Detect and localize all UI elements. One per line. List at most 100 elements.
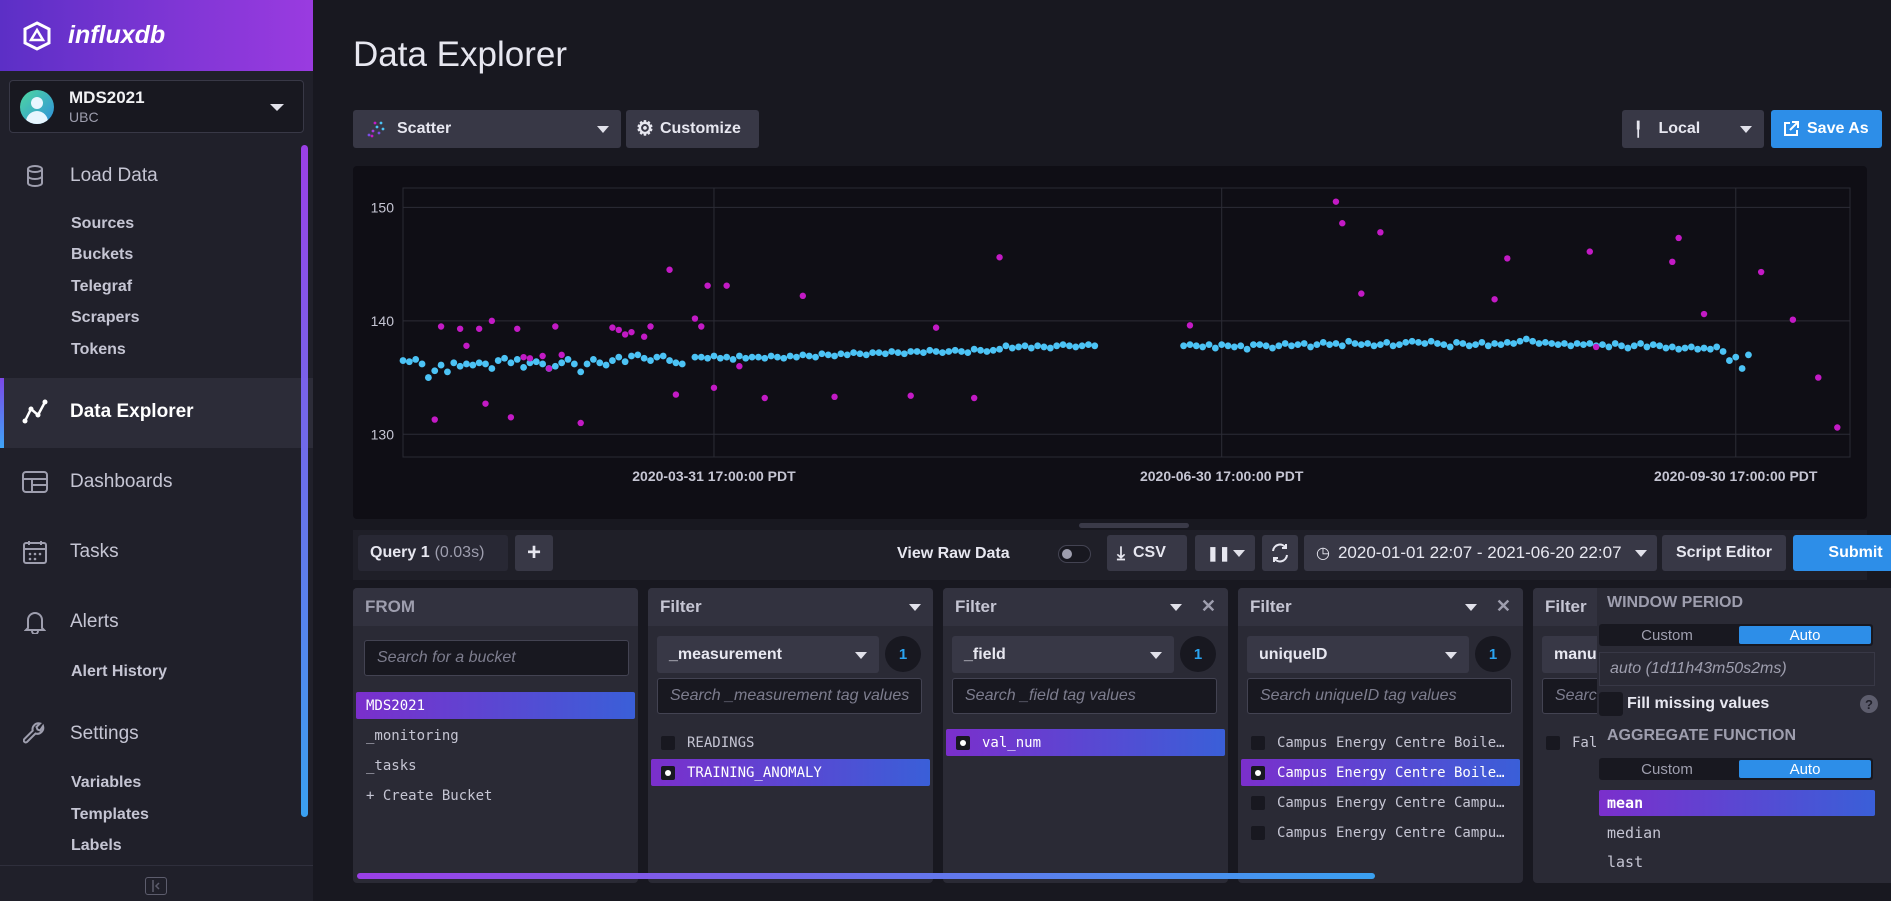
nav-labels[interactable]: Labels	[71, 837, 122, 855]
data-point-anomaly	[1675, 234, 1682, 242]
gear-icon: ⚙	[636, 118, 654, 140]
bucket-item-mds2021[interactable]: MDS2021	[356, 692, 635, 719]
window-period-value[interactable]: auto (1d11h43m50s2ms)	[1599, 652, 1875, 686]
data-point-anomaly	[609, 324, 616, 331]
script-editor-button[interactable]: Script Editor	[1662, 535, 1786, 571]
uniqueid-search-input[interactable]: Search uniqueID tag values	[1247, 678, 1512, 714]
query-tab[interactable]: Query 1 (0.03s)	[358, 535, 508, 571]
nav-alert-history[interactable]: Alert History	[71, 663, 167, 681]
nav-settings-label: Settings	[70, 723, 139, 744]
y-tick-label: 140	[371, 313, 395, 329]
filter-card-head[interactable]: Filter ✕	[1238, 588, 1523, 626]
data-point-anomaly	[621, 331, 629, 338]
tag-value-item[interactable]: TRAINING_ANOMALY	[651, 759, 930, 786]
data-point-readings	[1205, 341, 1213, 349]
data-point-readings	[1656, 342, 1664, 350]
data-point-readings	[716, 354, 724, 362]
close-icon[interactable]: ✕	[1201, 596, 1216, 617]
csv-button[interactable]: ⤓ CSV	[1107, 535, 1187, 571]
aggregate-custom[interactable]: Custom	[1601, 760, 1733, 778]
timezone-dropdown[interactable]: ╿ Local	[1622, 110, 1764, 148]
data-point-anomaly	[1491, 296, 1498, 303]
nav-telegraf[interactable]: Telegraf	[71, 278, 132, 296]
brand-header[interactable]: influxdb	[0, 0, 313, 71]
data-point-anomaly	[1339, 220, 1346, 227]
data-point-readings	[596, 359, 604, 367]
measurement-search-input[interactable]: Search _measurement tag values	[657, 678, 922, 714]
field-search-input[interactable]: Search _field tag values	[952, 678, 1217, 714]
data-point-readings	[1256, 341, 1264, 349]
uniqueid-key-select[interactable]: uniqueID	[1247, 636, 1469, 673]
data-point-readings	[494, 357, 502, 364]
nav-settings[interactable]: Settings	[0, 719, 300, 749]
data-point-anomaly	[1757, 268, 1765, 276]
data-point-readings	[1465, 342, 1473, 350]
nav-tokens[interactable]: Tokens	[71, 341, 126, 359]
time-range-dropdown[interactable]: ◷ 2020-01-01 22:07 - 2021-06-20 22:07	[1304, 535, 1657, 571]
data-point-readings	[1085, 341, 1092, 349]
data-point-readings	[1421, 340, 1429, 347]
data-point-readings	[691, 353, 699, 361]
create-bucket-item[interactable]: + Create Bucket	[356, 782, 635, 809]
resize-handle[interactable]	[1079, 523, 1189, 528]
tag-value-item[interactable]: READINGS	[651, 729, 930, 756]
window-period-custom[interactable]: Custom	[1601, 626, 1733, 644]
tag-value-label: READINGS	[687, 734, 755, 751]
nav-data-explorer[interactable]: Data Explorer	[0, 397, 300, 427]
plot-area-border	[402, 187, 1851, 458]
help-icon[interactable]: ?	[1860, 695, 1878, 713]
autorefresh-dropdown[interactable]: ❚❚	[1195, 535, 1255, 571]
nav-alerts[interactable]: Alerts	[0, 607, 300, 637]
data-point-readings	[1516, 337, 1524, 345]
nav-load-data[interactable]: Load Data	[0, 161, 300, 191]
bucket-search-input[interactable]: Search for a bucket	[364, 640, 629, 676]
nav-buckets[interactable]: Buckets	[71, 246, 133, 264]
nav-tasks[interactable]: Tasks	[0, 537, 300, 567]
aggregate-function-mean[interactable]: mean	[1599, 790, 1875, 816]
nav-dashboards[interactable]: Dashboards	[0, 467, 300, 497]
nav-sources[interactable]: Sources	[71, 215, 134, 233]
data-point-readings	[564, 356, 572, 363]
nav-variables[interactable]: Variables	[71, 774, 141, 792]
fill-missing-checkbox[interactable]	[1599, 692, 1623, 716]
org-name: MDS2021	[69, 88, 145, 107]
nav-scrapers[interactable]: Scrapers	[71, 309, 140, 327]
database-icon	[22, 163, 48, 189]
tag-value-item[interactable]: Campus Energy Centre Campus HW Return Te…	[1241, 819, 1520, 846]
viz-type-dropdown[interactable]: Scatter	[353, 110, 621, 148]
refresh-button[interactable]	[1262, 535, 1298, 571]
submit-button[interactable]: Submit	[1793, 535, 1891, 571]
add-query-button[interactable]: +	[515, 535, 553, 571]
tag-value-item[interactable]: Campus Energy Centre Boiler B-1 Gas Pres…	[1241, 729, 1520, 756]
save-as-button[interactable]: Save As	[1771, 110, 1882, 148]
aggregate-function-median[interactable]: median	[1599, 820, 1875, 846]
data-point-readings	[1021, 342, 1029, 350]
data-point-readings	[1484, 342, 1492, 350]
field-key-select[interactable]: _field	[952, 636, 1174, 673]
aggregate-auto[interactable]: Auto	[1739, 760, 1871, 778]
org-switcher[interactable]: MDS2021 UBC	[9, 80, 304, 133]
filter-card-head[interactable]: Filter	[648, 588, 933, 626]
builder-horizontal-scrollbar[interactable]	[357, 873, 1375, 879]
checkbox	[1251, 765, 1265, 780]
filter-card-head[interactable]: Filter ✕	[943, 588, 1228, 626]
graph-icon	[22, 399, 48, 425]
bucket-item-monitoring[interactable]: _monitoring	[356, 722, 635, 749]
scatter-chart[interactable]: 150 140 130 2020-03-31 17:00:00 PDT 2020-06-…	[353, 166, 1867, 519]
customize-button[interactable]: ⚙ Customize	[626, 110, 759, 148]
sidebar-scrollbar[interactable]	[301, 145, 308, 817]
chevron-down-icon	[909, 604, 921, 611]
measurement-key-select[interactable]: _measurement	[657, 636, 879, 673]
tag-value-item[interactable]: Campus Energy Centre Campus HW Supply Te…	[1241, 789, 1520, 816]
window-period-auto[interactable]: Auto	[1739, 626, 1871, 644]
collapse-sidebar-icon[interactable]	[145, 877, 167, 895]
view-raw-data-toggle[interactable]	[1058, 545, 1091, 563]
bucket-item-tasks[interactable]: _tasks	[356, 752, 635, 779]
data-point-readings	[1250, 341, 1257, 349]
tag-value-item[interactable]: Campus Energy Centre Boiler B-2 Gas Pres…	[1241, 759, 1520, 786]
tag-value-item[interactable]: val_num	[946, 729, 1225, 756]
nav-templates[interactable]: Templates	[71, 806, 149, 824]
close-icon[interactable]: ✕	[1496, 596, 1511, 617]
aggregate-function-last[interactable]: last	[1599, 849, 1875, 875]
data-point-anomaly	[514, 325, 521, 332]
